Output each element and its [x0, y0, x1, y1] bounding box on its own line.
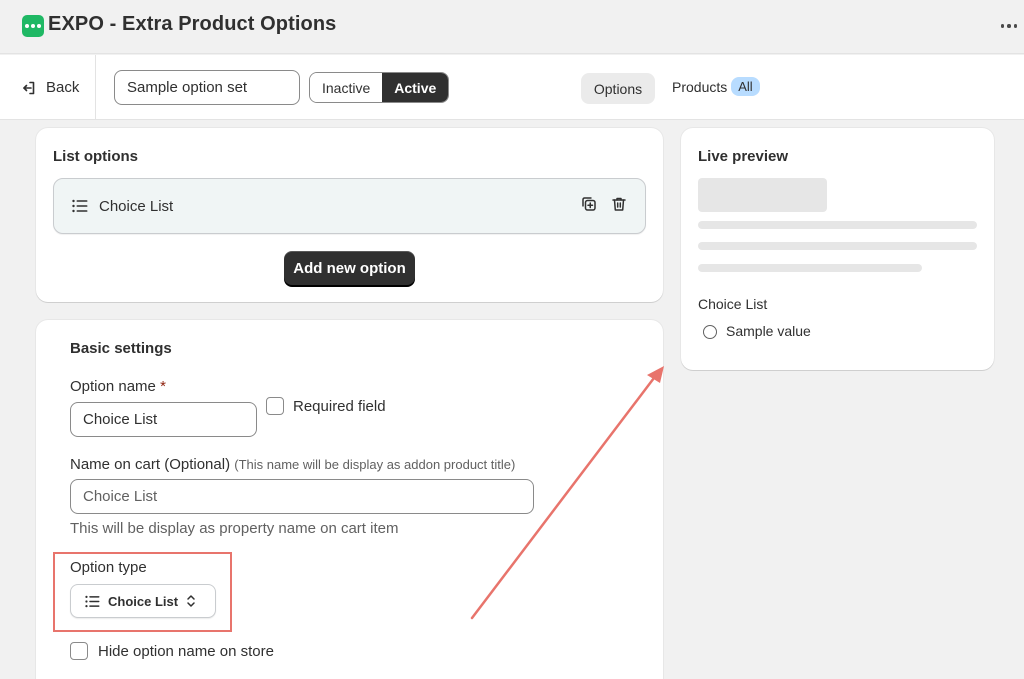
preview-skeleton-line	[698, 221, 977, 229]
preview-option-label: Choice List	[698, 296, 768, 312]
option-set-name-input[interactable]	[114, 70, 300, 105]
top-toolbar: Back Inactive Active Options Products Al…	[0, 55, 1024, 120]
exit-icon	[23, 81, 35, 94]
delete-icon[interactable]	[611, 196, 629, 214]
required-field-label: Required field	[293, 398, 386, 415]
cart-name-label: Name on cart (Optional) (This name will …	[70, 456, 515, 473]
cart-name-input[interactable]: Choice List	[70, 479, 534, 514]
status-inactive-button[interactable]: Inactive	[310, 73, 383, 102]
cart-name-label-text: Name on cart (Optional)	[70, 456, 231, 473]
status-active-button[interactable]: Active	[382, 73, 449, 102]
tab-options[interactable]: Options	[581, 73, 655, 104]
preview-skeleton-line	[698, 264, 922, 272]
list-options-title: List options	[53, 148, 138, 165]
select-chevron-icon	[187, 595, 195, 607]
option-type-select[interactable]: Choice List	[70, 584, 216, 618]
hide-option-name-label: Hide option name on store	[98, 643, 274, 660]
row-actions	[581, 196, 629, 214]
status-toggle: Inactive Active	[309, 72, 450, 103]
more-actions-button[interactable]	[996, 16, 1022, 36]
preview-sample-value: Sample value	[726, 323, 811, 339]
app-titlebar: EXPO - Extra Product Options	[0, 0, 1024, 54]
duplicate-icon[interactable]	[581, 196, 599, 214]
products-badge: All	[731, 77, 760, 96]
back-label: Back	[46, 79, 80, 96]
option-type-label: Option type	[70, 559, 147, 576]
preview-skeleton-line	[698, 242, 977, 250]
preview-skeleton-image	[698, 178, 827, 212]
cart-name-hint: (This name will be display as addon prod…	[234, 457, 516, 472]
app-title: EXPO - Extra Product Options	[48, 13, 337, 35]
basic-settings-title: Basic settings	[70, 340, 172, 357]
option-name-input[interactable]: Choice List	[70, 402, 257, 437]
option-name-label-text: Option name	[70, 378, 156, 395]
required-marker: *	[160, 378, 166, 395]
back-button[interactable]: Back	[0, 55, 96, 120]
live-preview-card: Live preview Choice List Sample value	[681, 128, 994, 370]
live-preview-title: Live preview	[698, 148, 789, 165]
preview-radio[interactable]	[703, 325, 717, 339]
option-type-value: Choice List	[108, 593, 179, 609]
app-logo-icon	[22, 15, 44, 37]
tab-products-label: Products	[672, 78, 728, 95]
add-new-option-button[interactable]: Add new option	[284, 251, 415, 285]
list-item-label: Choice List	[99, 197, 174, 215]
tab-products[interactable]: Products All	[672, 77, 760, 96]
list-options-card: List options Choice List Add new option	[36, 128, 663, 302]
cart-name-help-text: This will be display as property name on…	[70, 520, 399, 537]
hide-option-name-checkbox[interactable]	[70, 642, 88, 660]
required-field-checkbox[interactable]	[266, 397, 284, 415]
list-icon	[85, 595, 100, 607]
option-name-label: Option name *	[70, 378, 166, 395]
list-item[interactable]: Choice List	[53, 178, 646, 234]
list-icon	[72, 199, 88, 213]
